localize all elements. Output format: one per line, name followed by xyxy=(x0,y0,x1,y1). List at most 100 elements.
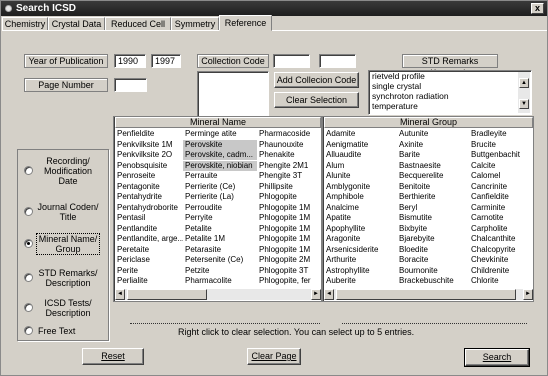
mineral-group-cell[interactable]: Chlorite xyxy=(469,276,533,286)
mineral-group-header[interactable]: Mineral Group xyxy=(324,117,533,128)
mineral-group-cell[interactable]: Calcite xyxy=(469,161,533,171)
mineral-name-cell[interactable]: Perrauite xyxy=(183,171,257,181)
mineral-group-cell[interactable]: Chevkinite xyxy=(469,255,533,265)
mineral-name-cell[interactable]: Penkvilksite 2O xyxy=(115,150,183,160)
mineral-name-cell[interactable]: Petersenite (Ce) xyxy=(183,255,257,265)
radio-recording-date[interactable]: Recording/ Modification Date xyxy=(24,156,108,186)
mineral-group-cell[interactable]: Apatite xyxy=(324,213,397,223)
mineral-group-cell[interactable]: Brackebuschite xyxy=(397,276,469,286)
mineral-name-cell[interactable]: Pentasil xyxy=(115,213,183,223)
mineral-name-cell[interactable]: Perroudite xyxy=(183,203,257,213)
mineral-group-cell[interactable]: Bradleyite xyxy=(469,129,533,139)
mineral-name-cell[interactable]: Perlialite xyxy=(115,276,183,286)
radio-mineral-name-group[interactable]: Mineral Name/ Group xyxy=(24,233,108,255)
keyword-item[interactable]: single crystal xyxy=(369,81,531,91)
mineral-name-cell[interactable]: Perite xyxy=(115,266,183,276)
radio-button-selected[interactable] xyxy=(24,239,33,248)
mineral-group-cell[interactable]: Axinite xyxy=(397,140,469,150)
mineral-name-cell[interactable]: Peretaite xyxy=(115,245,183,255)
mineral-name-cell[interactable]: Perovskite, niobian xyxy=(183,160,257,171)
mineral-group-cell[interactable]: Brucite xyxy=(469,140,533,150)
mineral-name-cell[interactable]: Phengite 2M1 xyxy=(257,161,319,171)
keyword-item[interactable]: rietveld profile xyxy=(369,71,531,81)
mineral-group-cell[interactable]: Carnotite xyxy=(469,213,533,223)
mineral-name-cell[interactable]: Pentlandite xyxy=(115,224,183,234)
mineral-name-cell[interactable]: Periclase xyxy=(115,255,183,265)
mineral-name-cell[interactable]: Petalite xyxy=(183,224,257,234)
mineral-name-cell[interactable]: Phlogopite 1M xyxy=(257,245,319,255)
mineral-group-cell[interactable]: Bjarebyite xyxy=(397,234,469,244)
mineral-group-cell[interactable]: Analcime xyxy=(324,203,397,213)
mineral-group-cell[interactable]: Apophyllite xyxy=(324,224,397,234)
scroll-left-icon[interactable]: ◄ xyxy=(324,289,334,300)
mineral-name-cell[interactable]: Phlogopite 1M xyxy=(257,213,319,223)
tab-chemistry[interactable]: Chemistry xyxy=(2,17,48,31)
mineral-group-cell[interactable]: Aragonite xyxy=(324,234,397,244)
mineral-group-cell[interactable]: Berthierite xyxy=(397,192,469,202)
mineral-group-cell[interactable]: Alum xyxy=(324,161,397,171)
radio-button[interactable] xyxy=(24,303,33,312)
mineral-name-cell[interactable]: Phlogopite 2M xyxy=(257,255,319,265)
keyword-item[interactable]: temperature xyxy=(369,101,531,111)
mineral-name-cell[interactable]: Phlogopite 3T xyxy=(257,266,319,276)
mineral-name-cell[interactable]: Perovskite xyxy=(183,139,257,150)
page-number-field[interactable] xyxy=(114,78,147,92)
mineral-group-cell[interactable]: Carpholite xyxy=(469,224,533,234)
mineral-group-cell[interactable]: Boracite xyxy=(397,255,469,265)
year-to-field[interactable]: 1997 xyxy=(151,54,181,68)
mineral-name-cell[interactable]: Phlogopite 1M xyxy=(257,203,319,213)
mineral-group-cell[interactable]: Auberite xyxy=(324,276,397,286)
mineral-name-cell[interactable]: Pentahydrite xyxy=(115,192,183,202)
mineral-name-cell[interactable]: Pharmacolite xyxy=(183,276,257,286)
mineral-group-cell[interactable]: Buttgenbachit xyxy=(469,150,533,160)
mineral-group-hscroll[interactable]: ◄ ► xyxy=(324,289,533,300)
search-button[interactable]: Search xyxy=(464,348,530,367)
clear-selection-button[interactable]: Clear Selection xyxy=(274,92,359,108)
mineral-name-cell[interactable]: Pentagonite xyxy=(115,182,183,192)
mineral-group-cell[interactable]: Alunite xyxy=(324,171,397,181)
mineral-group-cell[interactable]: Chalcopyrite xyxy=(469,245,533,255)
scroll-thumb[interactable] xyxy=(127,289,207,300)
mineral-name-cell[interactable]: Penfieldite xyxy=(115,129,183,139)
mineral-group-cell[interactable]: Arthurite xyxy=(324,255,397,265)
radio-button[interactable] xyxy=(24,207,33,216)
tab-crystal-data[interactable]: Crystal Data xyxy=(48,17,105,31)
scroll-left-icon[interactable]: ◄ xyxy=(115,289,125,300)
mineral-name-cell[interactable]: Pentahydroborite xyxy=(115,203,183,213)
mineral-group-cell[interactable]: Bismutite xyxy=(397,213,469,223)
clear-page-button[interactable]: Clear Page xyxy=(247,348,301,365)
scroll-up-icon[interactable]: ▲ xyxy=(519,78,529,88)
mineral-group-cell[interactable]: Chalcanthite xyxy=(469,234,533,244)
scroll-right-icon[interactable]: ► xyxy=(523,289,533,300)
mineral-group-cell[interactable]: Arsenicsiderite xyxy=(324,245,397,255)
radio-journal-coden[interactable]: Journal Coden/ Title xyxy=(24,202,108,222)
mineral-group-cell[interactable]: Bixbyite xyxy=(397,224,469,234)
mineral-group-cell[interactable]: Adamite xyxy=(324,129,397,139)
radio-button[interactable] xyxy=(24,273,33,282)
mineral-name-grid[interactable]: Mineral Name ◄ ► Penfieldite Penkvilksite… xyxy=(113,116,322,302)
radio-icsd-tests[interactable]: ICSD Tests/ Description xyxy=(24,298,108,318)
mineral-name-cell[interactable]: Phlogopite, fer xyxy=(257,276,319,286)
radio-std-remarks[interactable]: STD Remarks/ Description xyxy=(24,268,108,288)
mineral-group-cell[interactable]: Bloedite xyxy=(397,245,469,255)
tab-reference[interactable]: Reference xyxy=(219,15,272,31)
mineral-name-cell[interactable]: Phaunouxite xyxy=(257,140,319,150)
reset-button[interactable]: Reset xyxy=(82,348,144,365)
mineral-group-cell[interactable]: Amblygonite xyxy=(324,182,397,192)
mineral-group-cell[interactable]: Calomel xyxy=(469,171,533,181)
mineral-group-cell[interactable]: Bournonite xyxy=(397,266,469,276)
mineral-group-cell[interactable]: Bastnaesite xyxy=(397,161,469,171)
keyword-item[interactable]: synchroton radiation xyxy=(369,91,531,101)
mineral-name-cell[interactable]: Perrierite (Ce) xyxy=(183,182,257,192)
collection-code-field-1[interactable] xyxy=(273,54,310,68)
mineral-group-grid[interactable]: Mineral Group ◄ ► Adamite Aenigmatite Allu… xyxy=(322,116,534,302)
mineral-name-cell[interactable]: Petzite xyxy=(183,266,257,276)
mineral-name-cell[interactable]: Phillipsite xyxy=(257,182,319,192)
add-collection-code-button[interactable]: Add Collecion Code xyxy=(274,72,359,88)
mineral-name-cell[interactable]: Phenakite xyxy=(257,150,319,160)
radio-button[interactable] xyxy=(24,326,33,335)
mineral-name-cell[interactable]: Penkvilksite 1M xyxy=(115,140,183,150)
mineral-group-cell[interactable]: Barite xyxy=(397,150,469,160)
mineral-name-hscroll[interactable]: ◄ ► xyxy=(115,289,321,300)
mineral-name-cell[interactable]: Perrierite (La) xyxy=(183,192,257,202)
